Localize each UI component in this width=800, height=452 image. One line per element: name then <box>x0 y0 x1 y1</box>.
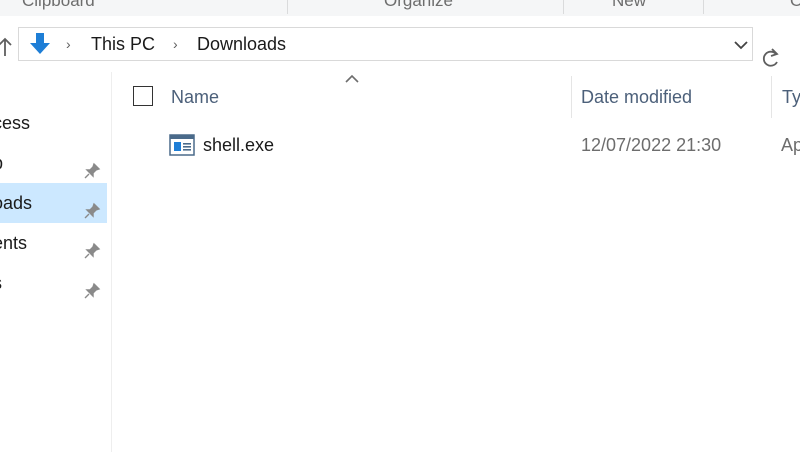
address-bar-row: › This PC › Downloads <box>0 16 800 72</box>
pin-icon[interactable] <box>83 194 101 219</box>
breadcrumb-downloads[interactable]: Downloads <box>197 34 286 54</box>
downloads-arrow-icon <box>27 31 53 57</box>
column-divider[interactable] <box>771 76 772 118</box>
nav-item-label: oads <box>0 193 33 213</box>
nav-item-desktop[interactable]: p <box>0 143 107 183</box>
column-divider[interactable] <box>571 76 572 118</box>
nav-item-quick-access[interactable]: cess <box>0 103 107 143</box>
column-header-type[interactable]: Ty <box>782 72 800 122</box>
pane-divider[interactable] <box>111 72 112 452</box>
up-arrow-icon[interactable] <box>0 36 14 58</box>
ribbon-group-labels: Clipboard Organize New O <box>0 0 800 17</box>
ribbon-group-new: New <box>612 0 647 10</box>
sort-ascending-icon <box>343 72 361 86</box>
nav-item-label: p <box>0 143 3 183</box>
pin-icon[interactable] <box>83 274 101 299</box>
nav-item-label: ents <box>0 233 28 253</box>
breadcrumb-chevron-icon[interactable]: › <box>173 35 178 53</box>
nav-item-documents[interactable]: ents <box>0 223 107 263</box>
ribbon-group-organize: Organize <box>384 0 453 10</box>
nav-item-label: s <box>0 263 2 303</box>
select-all-checkbox[interactable] <box>133 86 153 106</box>
ribbon-divider <box>563 0 564 14</box>
nav-item-label: cess <box>0 113 31 133</box>
breadcrumb-chevron-icon[interactable]: › <box>66 35 71 53</box>
file-type: Ap <box>781 135 800 155</box>
column-header-date-modified[interactable]: Date modified <box>581 72 692 122</box>
pin-icon[interactable] <box>83 154 101 179</box>
ribbon-group-open: O <box>790 0 800 11</box>
file-name[interactable]: shell.exe <box>203 134 274 156</box>
chevron-down-icon[interactable] <box>731 36 751 54</box>
breadcrumb-this-pc[interactable]: This PC <box>91 34 155 54</box>
refresh-icon[interactable] <box>758 46 782 72</box>
nav-item-downloads[interactable]: oads <box>0 183 107 223</box>
file-row[interactable]: shell.exe 12/07/2022 21:30 Ap <box>114 127 800 163</box>
address-bar[interactable]: › This PC › Downloads <box>18 27 753 61</box>
ribbon-group-clipboard: Clipboard <box>22 0 95 10</box>
nav-item-pictures[interactable]: s <box>0 263 107 303</box>
navigation-pane: cess p oads ents s <box>0 72 112 452</box>
ribbon-divider <box>703 0 704 14</box>
ribbon-divider <box>287 0 288 14</box>
pin-icon[interactable] <box>83 234 101 259</box>
file-date-modified: 12/07/2022 21:30 <box>581 135 722 155</box>
executable-icon <box>169 134 195 156</box>
column-header-name[interactable]: Name <box>171 72 219 122</box>
